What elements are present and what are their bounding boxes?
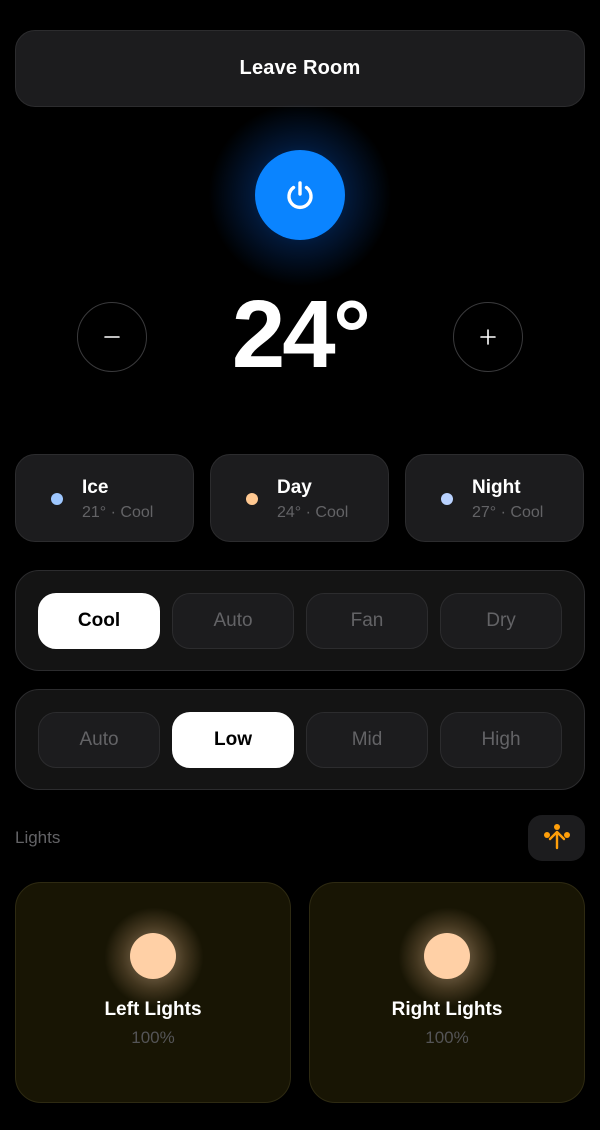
preset-ice[interactable]: Ice 21° · Cool — [15, 454, 194, 542]
mode-selector: Cool Auto Fan Dry — [15, 570, 585, 671]
mode-option-dry[interactable]: Dry — [440, 593, 562, 649]
power-icon — [287, 181, 313, 210]
minus-icon — [104, 336, 120, 338]
preset-name: Ice — [82, 477, 109, 498]
fan-option-low[interactable]: Low — [172, 712, 294, 768]
fan-option-mid[interactable]: Mid — [306, 712, 428, 768]
mode-option-auto[interactable]: Auto — [172, 593, 294, 649]
light-scene-icon — [543, 824, 570, 850]
light-level: 100% — [131, 1028, 175, 1047]
fan-speed-selector: Auto Low Mid High — [15, 689, 585, 790]
leave-room-button[interactable]: Leave Room — [15, 30, 585, 107]
preset-name: Night — [472, 477, 521, 498]
preset-dot — [51, 493, 63, 505]
lights-section-label: Lights — [15, 828, 61, 847]
preset-day[interactable]: Day 24° · Cool — [210, 454, 389, 542]
preset-details: 24° · Cool — [277, 504, 349, 521]
left-lights-card[interactable]: Left Lights 100% — [15, 882, 291, 1103]
power-control — [205, 100, 395, 290]
preset-dot — [441, 493, 453, 505]
preset-name: Day — [277, 477, 312, 498]
light-level: 100% — [425, 1028, 469, 1047]
light-name: Right Lights — [391, 999, 503, 1020]
fan-option-high[interactable]: High — [440, 712, 562, 768]
preset-night[interactable]: Night 27° · Cool — [405, 454, 584, 542]
preset-dot — [246, 493, 258, 505]
mode-option-fan[interactable]: Fan — [306, 593, 428, 649]
light-name: Left Lights — [104, 999, 202, 1020]
bulb-icon — [130, 933, 176, 979]
preset-details: 27° · Cool — [472, 504, 544, 521]
increase-temperature-button[interactable] — [453, 302, 523, 372]
power-button[interactable] — [255, 150, 345, 240]
light-scene-button[interactable] — [528, 815, 585, 861]
temperature-display: 24° — [231, 281, 371, 388]
plus-icon — [480, 329, 496, 345]
bulb-icon — [424, 933, 470, 979]
mode-option-cool[interactable]: Cool — [38, 593, 160, 649]
right-lights-card[interactable]: Right Lights 100% — [309, 882, 585, 1103]
fan-option-auto[interactable]: Auto — [38, 712, 160, 768]
leave-room-label: Leave Room — [239, 57, 361, 79]
decrease-temperature-button[interactable] — [77, 302, 147, 372]
preset-details: 21° · Cool — [82, 504, 154, 521]
